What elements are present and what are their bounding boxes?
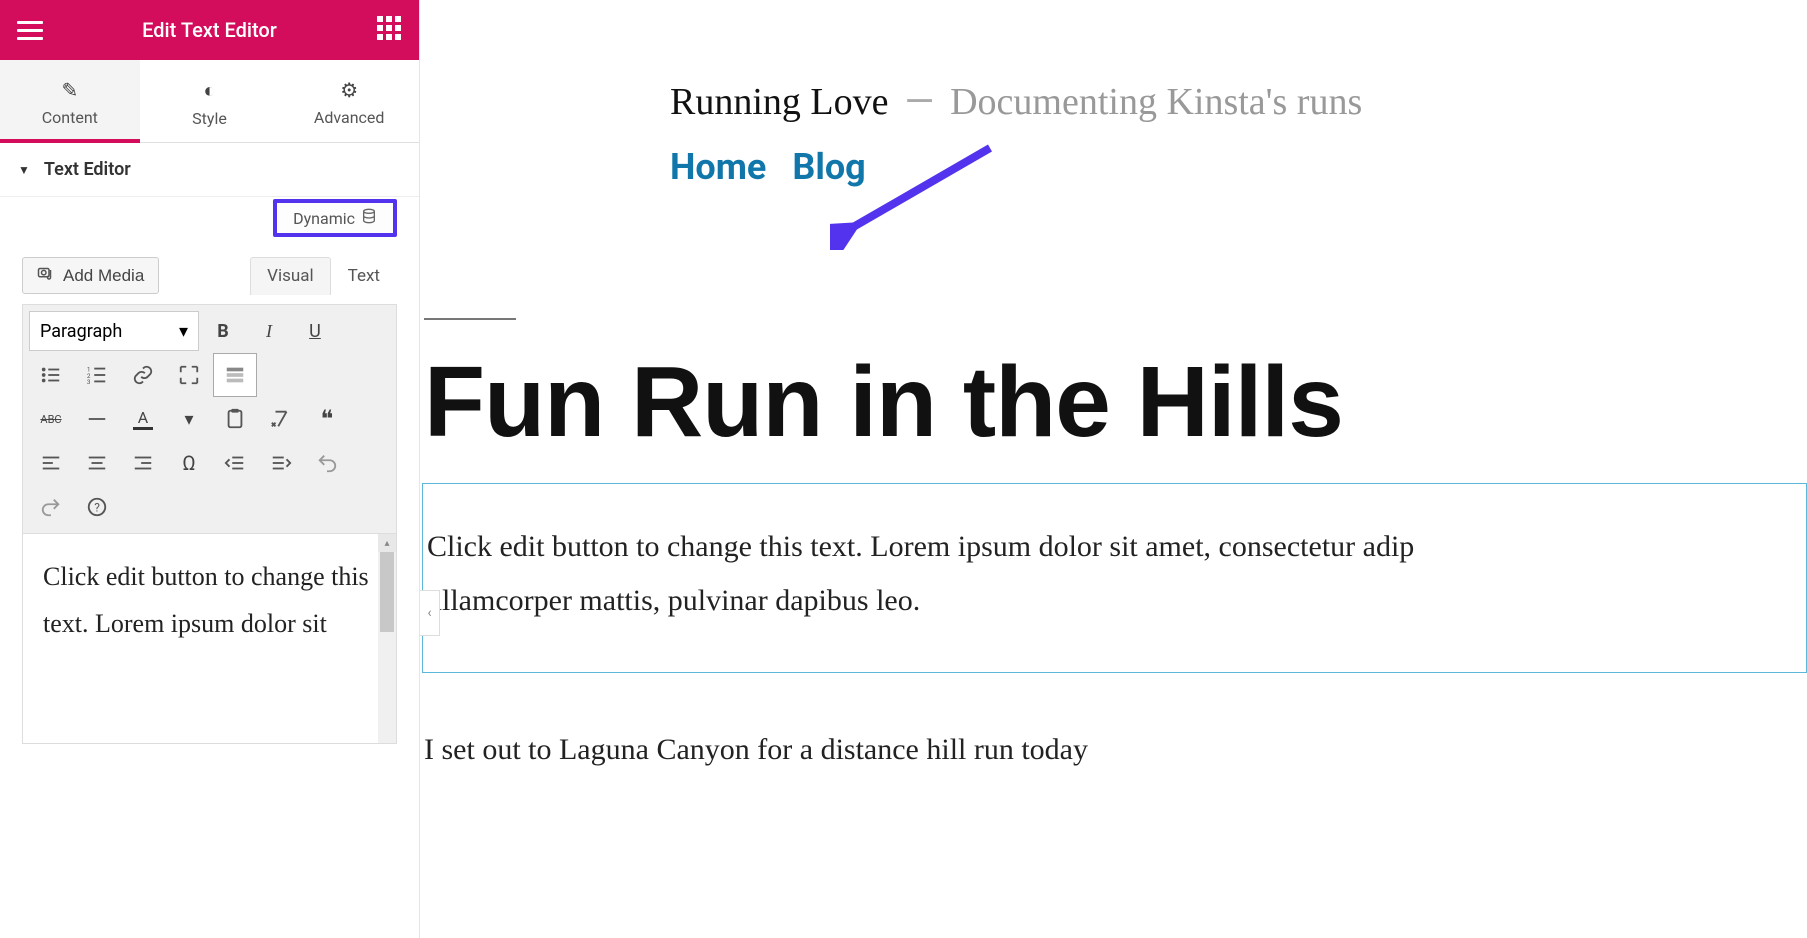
sidebar-topbar: Edit Text Editor	[0, 0, 419, 60]
paragraph-line1: Click edit button to change this text. L…	[427, 520, 1806, 574]
editor-tab-visual[interactable]: Visual	[250, 257, 330, 295]
align-left-button[interactable]	[29, 441, 73, 485]
text-color-dropdown[interactable]: ▾	[167, 397, 211, 441]
italic-button[interactable]: I	[247, 309, 291, 353]
indent-button[interactable]	[259, 441, 303, 485]
tab-advanced[interactable]: ⚙ Advanced	[279, 60, 419, 142]
help-button[interactable]: ?	[75, 485, 119, 529]
database-icon	[361, 208, 377, 228]
link-button[interactable]	[121, 353, 165, 397]
undo-button[interactable]	[305, 441, 349, 485]
editor-mode-tabs: Visual Text	[250, 257, 397, 295]
text-color-button[interactable]: A	[121, 397, 165, 441]
strikethrough-button[interactable]: ABC	[29, 397, 73, 441]
format-selected: Paragraph	[40, 321, 122, 342]
selected-text-widget[interactable]: Click edit button to change this text. L…	[422, 483, 1807, 673]
pencil-icon: ✎	[0, 78, 140, 102]
site-title: Running Love	[670, 81, 888, 123]
chevron-down-icon: ▾	[179, 321, 188, 342]
nav-home[interactable]: Home	[670, 146, 766, 188]
dynamic-tags-button[interactable]: Dynamic	[273, 199, 397, 237]
divider	[424, 318, 516, 320]
toolbar-toggle-button[interactable]	[213, 353, 257, 397]
page-preview: ‹ Running Love — Documenting Kinsta's ru…	[420, 0, 1807, 938]
special-character-button[interactable]: Ω	[167, 441, 211, 485]
contrast-icon: ◐	[140, 78, 280, 103]
align-right-button[interactable]	[121, 441, 165, 485]
add-media-button[interactable]: Add Media	[22, 257, 159, 294]
page-heading: Fun Run in the Hills	[424, 350, 1807, 455]
paragraph-2: I set out to Laguna Canyon for a distanc…	[424, 733, 1807, 767]
caret-down-icon: ▼	[18, 163, 30, 177]
site-tagline: Documenting Kinsta's runs	[950, 81, 1362, 123]
site-header: Running Love — Documenting Kinsta's runs	[670, 80, 1807, 124]
camera-music-icon	[37, 264, 55, 287]
horizontal-rule-button[interactable]	[75, 397, 119, 441]
section-text-editor[interactable]: ▼ Text Editor	[0, 143, 419, 197]
tab-style-label: Style	[192, 109, 227, 128]
editor-sidebar: Edit Text Editor ✎ Content ◐ Style ⚙ Adv…	[0, 0, 420, 938]
redo-button[interactable]	[29, 485, 73, 529]
editor-tab-text[interactable]: Text	[331, 257, 397, 295]
app-root: Edit Text Editor ✎ Content ◐ Style ⚙ Adv…	[0, 0, 1807, 938]
numbered-list-button[interactable]: 123	[75, 353, 119, 397]
tab-content[interactable]: ✎ Content	[0, 60, 140, 142]
dynamic-label: Dynamic	[293, 209, 355, 228]
bold-button[interactable]: B	[201, 309, 245, 353]
fullscreen-button[interactable]	[167, 353, 211, 397]
tab-style[interactable]: ◐ Style	[140, 60, 280, 142]
bullet-list-button[interactable]	[29, 353, 73, 397]
editor-content-text: Click edit button to change this text. L…	[23, 534, 396, 668]
section-title: Text Editor	[44, 159, 131, 180]
gear-icon: ⚙	[279, 78, 419, 102]
clear-formatting-button[interactable]	[259, 397, 303, 441]
menu-icon[interactable]	[16, 16, 44, 44]
widgets-grid-icon[interactable]	[375, 16, 403, 44]
scroll-thumb[interactable]	[380, 552, 394, 632]
sidebar-title: Edit Text Editor	[44, 18, 375, 42]
paragraph-line2: ullamcorper mattis, pulvinar dapibus leo…	[427, 574, 1806, 628]
svg-text:3: 3	[87, 378, 91, 386]
scroll-up-icon[interactable]: ▴	[378, 534, 396, 552]
add-media-label: Add Media	[63, 266, 144, 286]
site-separator: —	[904, 80, 934, 124]
editor-textarea[interactable]: Click edit button to change this text. L…	[22, 534, 397, 744]
tab-content-label: Content	[42, 108, 98, 127]
controls-area: Dynamic Add Media Visual Text Paragraph	[0, 197, 419, 744]
paste-text-button[interactable]	[213, 397, 257, 441]
svg-text:?: ?	[94, 501, 100, 515]
format-select[interactable]: Paragraph ▾	[29, 311, 199, 351]
align-center-button[interactable]	[75, 441, 119, 485]
collapse-sidebar-handle[interactable]: ‹	[420, 590, 440, 636]
settings-tabs: ✎ Content ◐ Style ⚙ Advanced	[0, 60, 419, 143]
site-nav: Home Blog	[670, 146, 1807, 188]
outdent-button[interactable]	[213, 441, 257, 485]
tab-advanced-label: Advanced	[314, 108, 385, 127]
wysiwyg-toolbar: Paragraph ▾ B I U 123 ABC	[22, 304, 397, 534]
underline-button[interactable]: U	[293, 309, 337, 353]
editor-scrollbar[interactable]: ▴	[378, 534, 396, 743]
nav-blog[interactable]: Blog	[792, 146, 865, 188]
blockquote-button[interactable]: ❝	[305, 397, 349, 441]
